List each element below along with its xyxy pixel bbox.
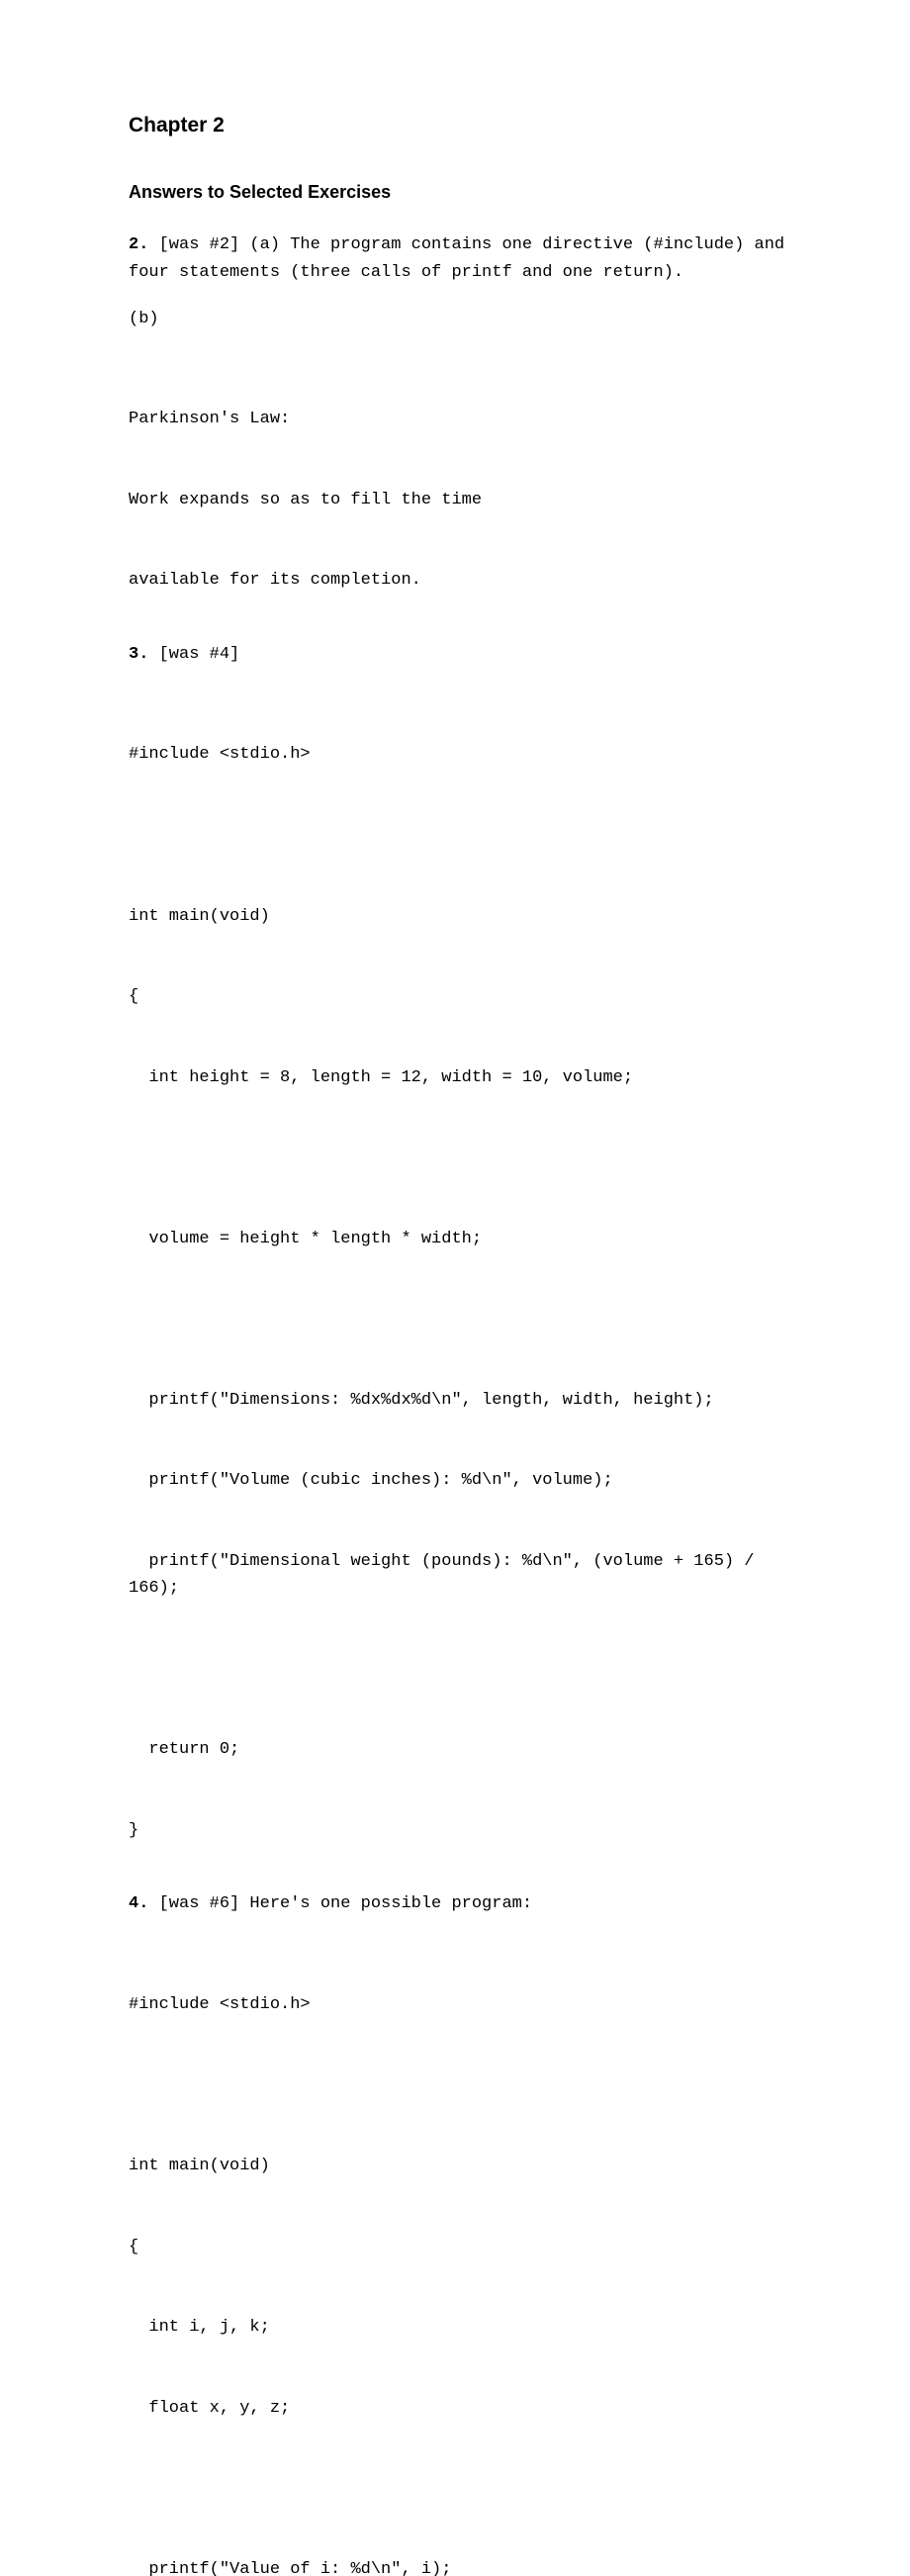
exercise-4-number: 4. bbox=[129, 1894, 148, 1913]
code-line: int height = 8, length = 12, width = 10,… bbox=[129, 1064, 791, 1091]
code-line: printf("Volume (cubic inches): %d\n", vo… bbox=[129, 1467, 791, 1494]
chapter-title: Chapter 2 bbox=[129, 109, 791, 142]
code-line bbox=[129, 2071, 791, 2098]
section-title: Answers to Selected Exercises bbox=[129, 178, 791, 207]
code-line: #include <stdio.h> bbox=[129, 1991, 791, 2018]
output-line: Parkinson's Law: bbox=[129, 406, 791, 432]
exercise-2-output: Parkinson's Law: Work expands so as to f… bbox=[129, 352, 791, 621]
code-line: } bbox=[129, 1817, 791, 1844]
code-line: { bbox=[129, 983, 791, 1010]
code-line: float x, y, z; bbox=[129, 2395, 791, 2422]
code-line: #include <stdio.h> bbox=[129, 741, 791, 768]
output-line: Work expands so as to fill the time bbox=[129, 487, 791, 513]
code-line: int i, j, k; bbox=[129, 2314, 791, 2341]
code-line bbox=[129, 2475, 791, 2502]
exercise-2-part-b: (b) bbox=[129, 306, 791, 332]
exercise-3-text: [was #4] bbox=[148, 645, 239, 664]
exercise-3-intro: 3. [was #4] bbox=[129, 641, 791, 668]
exercise-3-number: 3. bbox=[129, 645, 148, 664]
code-line: printf("Dimensions: %dx%dx%d\n", length,… bbox=[129, 1387, 791, 1414]
exercise-3-code: #include <stdio.h> int main(void) { int … bbox=[129, 688, 791, 1871]
code-line bbox=[129, 1306, 791, 1333]
exercise-2-intro: 2. [was #2] (a) The program contains one… bbox=[129, 231, 791, 285]
exercise-2-number: 2. bbox=[129, 235, 148, 254]
code-line: int main(void) bbox=[129, 2153, 791, 2179]
output-line: available for its completion. bbox=[129, 567, 791, 594]
code-line: { bbox=[129, 2234, 791, 2260]
code-line: volume = height * length * width; bbox=[129, 1226, 791, 1252]
code-line bbox=[129, 1656, 791, 1683]
exercise-4-intro: 4. [was #6] Here's one possible program: bbox=[129, 1890, 791, 1917]
code-line: printf("Value of i: %d\n", i); bbox=[129, 2556, 791, 2576]
exercise-4-text: [was #6] Here's one possible program: bbox=[148, 1894, 532, 1913]
exercise-2-text: [was #2] (a) The program contains one di… bbox=[129, 235, 794, 281]
code-line: return 0; bbox=[129, 1736, 791, 1763]
code-line bbox=[129, 1145, 791, 1171]
code-line bbox=[129, 822, 791, 849]
code-line: int main(void) bbox=[129, 903, 791, 930]
exercise-4-code: #include <stdio.h> int main(void) { int … bbox=[129, 1937, 791, 2576]
code-line: printf("Dimensional weight (pounds): %d\… bbox=[129, 1548, 791, 1602]
